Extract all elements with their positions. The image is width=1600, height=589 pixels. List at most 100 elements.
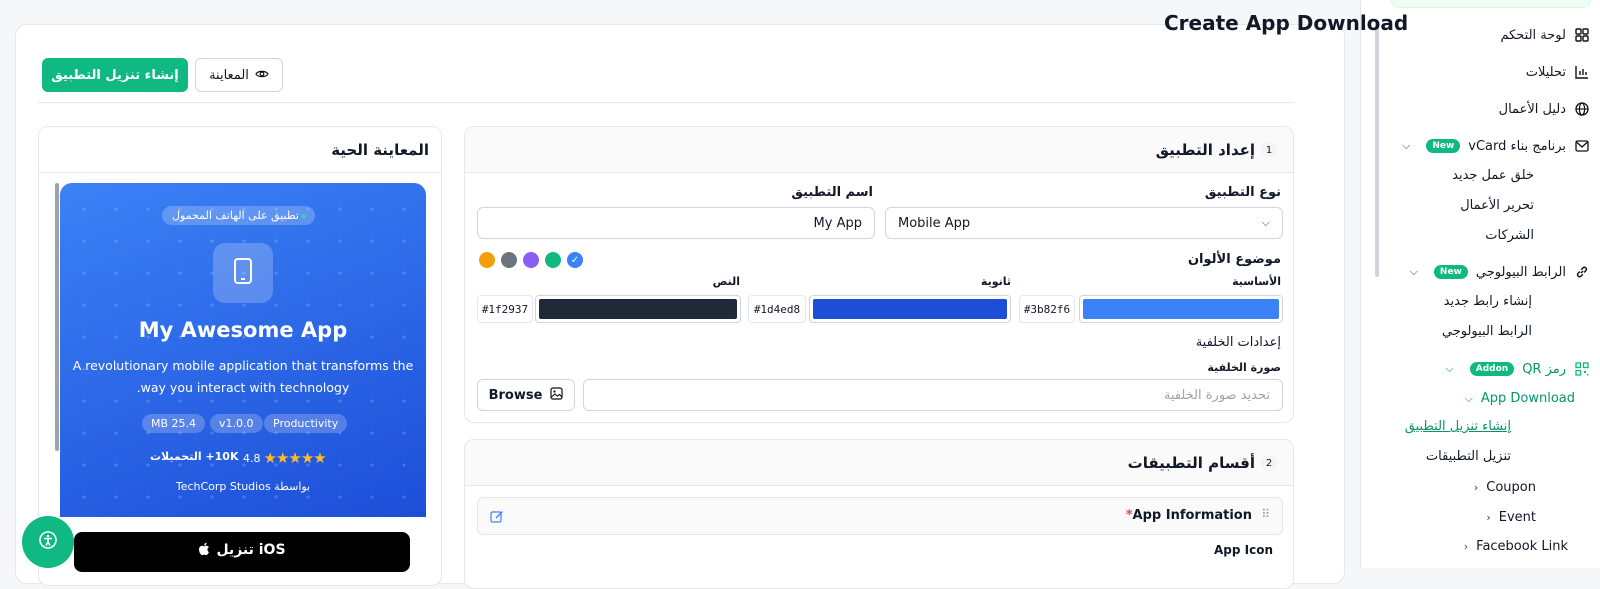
text-color-picker[interactable] xyxy=(535,295,741,323)
app-name-value: My App xyxy=(813,215,862,231)
panel-header: المعاينة الحية xyxy=(39,127,441,173)
preview-button[interactable]: المعاينة xyxy=(195,58,283,92)
preview-scrollbar[interactable] xyxy=(55,183,59,451)
chevron-right-icon: › xyxy=(1486,511,1491,524)
toolbar-divider xyxy=(38,102,1294,103)
sidebar-subitem[interactable]: تنزيل التطبيقات xyxy=(1426,449,1511,464)
panel-title: 1 إعداد التطبيق xyxy=(1156,141,1277,159)
panel-title-text: أقسام التطبيقات xyxy=(1127,454,1255,472)
downloads-count: 10K+ التحميلات xyxy=(150,450,239,463)
sidebar-item-coupon[interactable]: › Coupon xyxy=(1474,480,1536,495)
chevron-right-icon: › xyxy=(1463,540,1469,553)
swatch-blue-selected[interactable]: ✓ xyxy=(567,252,583,268)
chevron-down-icon[interactable]: ⌵ xyxy=(1402,139,1410,153)
text-hex-input[interactable]: #1f2937 xyxy=(477,295,533,323)
phone-icon xyxy=(233,257,253,289)
addon-badge: Addon xyxy=(1469,362,1515,376)
ios-download-button[interactable]: تنزيل iOS xyxy=(74,532,410,572)
app-icon-label: App Icon xyxy=(1213,543,1273,557)
app-name-label: اسم التطبيق xyxy=(791,185,873,200)
background-image-input[interactable]: تحديد صورة الخلفية xyxy=(583,379,1283,411)
section-item-title-text: App Information xyxy=(1132,508,1252,523)
secondary-hex-input[interactable]: #1d4ed8 xyxy=(748,295,806,323)
tag-category: Productivity xyxy=(264,414,348,433)
app-sections-panel: 2 أقسام التطبيقات *App Information ⠿ App… xyxy=(464,439,1294,589)
sidebar-subitem-active[interactable]: إنشاء تنزيل التطبيق xyxy=(1405,419,1511,434)
chevron-down-icon[interactable]: ⌵ xyxy=(1445,362,1453,376)
check-icon: ✓ xyxy=(570,254,580,266)
sidebar-group-app-download[interactable]: App Download ⌵ xyxy=(1465,391,1576,406)
accessibility-icon xyxy=(38,530,58,554)
sidebar-subitem[interactable]: تحرير الأعمال xyxy=(1460,198,1534,213)
chevron-right-icon: › xyxy=(1473,481,1479,494)
drag-handle-icon[interactable]: ⠿ xyxy=(1261,507,1270,521)
edit-icon[interactable] xyxy=(490,509,504,528)
swatch-amber[interactable] xyxy=(479,252,495,268)
sidebar-item-bio-link[interactable]: الرابط البيولوجي New ⌵ xyxy=(1410,264,1590,280)
sidebar-scrollbar[interactable] xyxy=(1375,22,1379,277)
required-mark: * xyxy=(1125,508,1133,523)
preview-label: المعاينة xyxy=(209,67,249,83)
app-setup-panel: 1 إعداد التطبيق نوع التطبيق اسم التطبيق … xyxy=(464,126,1294,423)
sidebar-item-label: تحليلات xyxy=(1525,64,1566,80)
sidebar-top-chip[interactable] xyxy=(1391,0,1591,8)
sidebar-item-dashboard[interactable]: لوحة التحكم xyxy=(1500,27,1590,43)
background-settings-label: إعدادات الخلفية xyxy=(1195,335,1281,350)
sidebar-item-qr-code[interactable]: رمز QR Addon ⌵ xyxy=(1445,361,1590,377)
new-badge: New xyxy=(1433,265,1468,279)
chevron-down-icon: ⌵ xyxy=(1464,391,1473,405)
sidebar-item-label: الرابط البيولوجي xyxy=(1475,264,1566,280)
sidebar-item-label: برنامج بناء vCard xyxy=(1468,138,1566,154)
sidebar-item-label: رمز QR xyxy=(1522,361,1566,377)
swatch-purple[interactable] xyxy=(523,252,539,268)
sidebar-item-analytics[interactable]: تحليلات xyxy=(1526,64,1590,80)
qr-icon xyxy=(1574,361,1590,377)
background-image-label: صورة الخلفية xyxy=(1207,361,1281,374)
tag-version: v1.0.0 xyxy=(210,414,263,433)
sidebar-item-business-directory[interactable]: دليل الأعمال xyxy=(1499,101,1590,117)
rating-value: 4.8 xyxy=(243,451,261,465)
swatch-gray[interactable] xyxy=(501,252,517,268)
step-number: 2 xyxy=(1261,455,1277,471)
sidebar-item-facebook-link[interactable]: › Facebook Link xyxy=(1464,539,1568,554)
panel-header: 2 أقسام التطبيقات xyxy=(465,440,1293,486)
rating-row: 4.8 ★★★★★ xyxy=(243,449,327,467)
app-name-input[interactable]: My App xyxy=(477,207,875,239)
swatch-green[interactable] xyxy=(545,252,561,268)
link-icon xyxy=(1574,264,1590,280)
secondary-color-picker[interactable] xyxy=(809,295,1011,323)
new-badge: New xyxy=(1426,139,1461,153)
step-number: 1 xyxy=(1261,142,1277,158)
eye-icon xyxy=(255,68,269,83)
app-name-heading: My Awesome App xyxy=(138,318,348,342)
accessibility-fab[interactable] xyxy=(22,516,74,568)
sidebar-subitem[interactable]: خلق عمل جديد xyxy=(1452,168,1534,183)
mobile-app-badge: تطبيق على الهاتف المحمول xyxy=(162,206,315,225)
sidebar-subitem[interactable]: الرابط البيولوجي xyxy=(1442,324,1532,339)
mobile-app-badge-text: تطبيق على الهاتف المحمول xyxy=(172,209,299,222)
primary-color-label: الأساسية xyxy=(1232,275,1281,288)
text-color-label: النص xyxy=(712,275,740,288)
sidebar-item-label: Facebook Link xyxy=(1476,539,1568,554)
live-dot xyxy=(300,213,306,219)
preview-title: المعاينة الحية xyxy=(331,141,429,159)
section-item-app-information[interactable]: *App Information ⠿ xyxy=(477,497,1283,535)
sidebar-subitem[interactable]: الشركات xyxy=(1485,228,1534,243)
app-type-select[interactable]: Mobile App ⌵ xyxy=(885,207,1283,239)
browse-button[interactable]: Browse xyxy=(477,379,575,411)
sidebar-subitem[interactable]: إنشاء رابط جديد xyxy=(1444,294,1532,309)
image-icon xyxy=(550,386,564,404)
chevron-down-icon[interactable]: ⌵ xyxy=(1410,265,1418,279)
sidebar-item-vcard-builder[interactable]: برنامج بناء vCard New ⌵ xyxy=(1402,138,1590,154)
panel-title: 2 أقسام التطبيقات xyxy=(1128,454,1277,472)
color-theme-label: موضوع الألوان xyxy=(1187,252,1281,267)
section-item-title: *App Information xyxy=(1126,508,1252,523)
create-app-download-button[interactable]: إنشاء تنزيل التطبيق xyxy=(42,58,188,92)
background-image-placeholder: تحديد صورة الخلفية xyxy=(1163,387,1270,403)
sidebar-item-event[interactable]: › Event xyxy=(1486,510,1536,525)
sidebar-item-label: لوحة التحكم xyxy=(1500,27,1566,43)
primary-color-picker[interactable] xyxy=(1079,295,1283,323)
browse-label: Browse xyxy=(488,387,543,403)
secondary-color-label: ثانوية xyxy=(980,275,1011,288)
primary-hex-input[interactable]: #3b82f6 xyxy=(1019,295,1075,323)
